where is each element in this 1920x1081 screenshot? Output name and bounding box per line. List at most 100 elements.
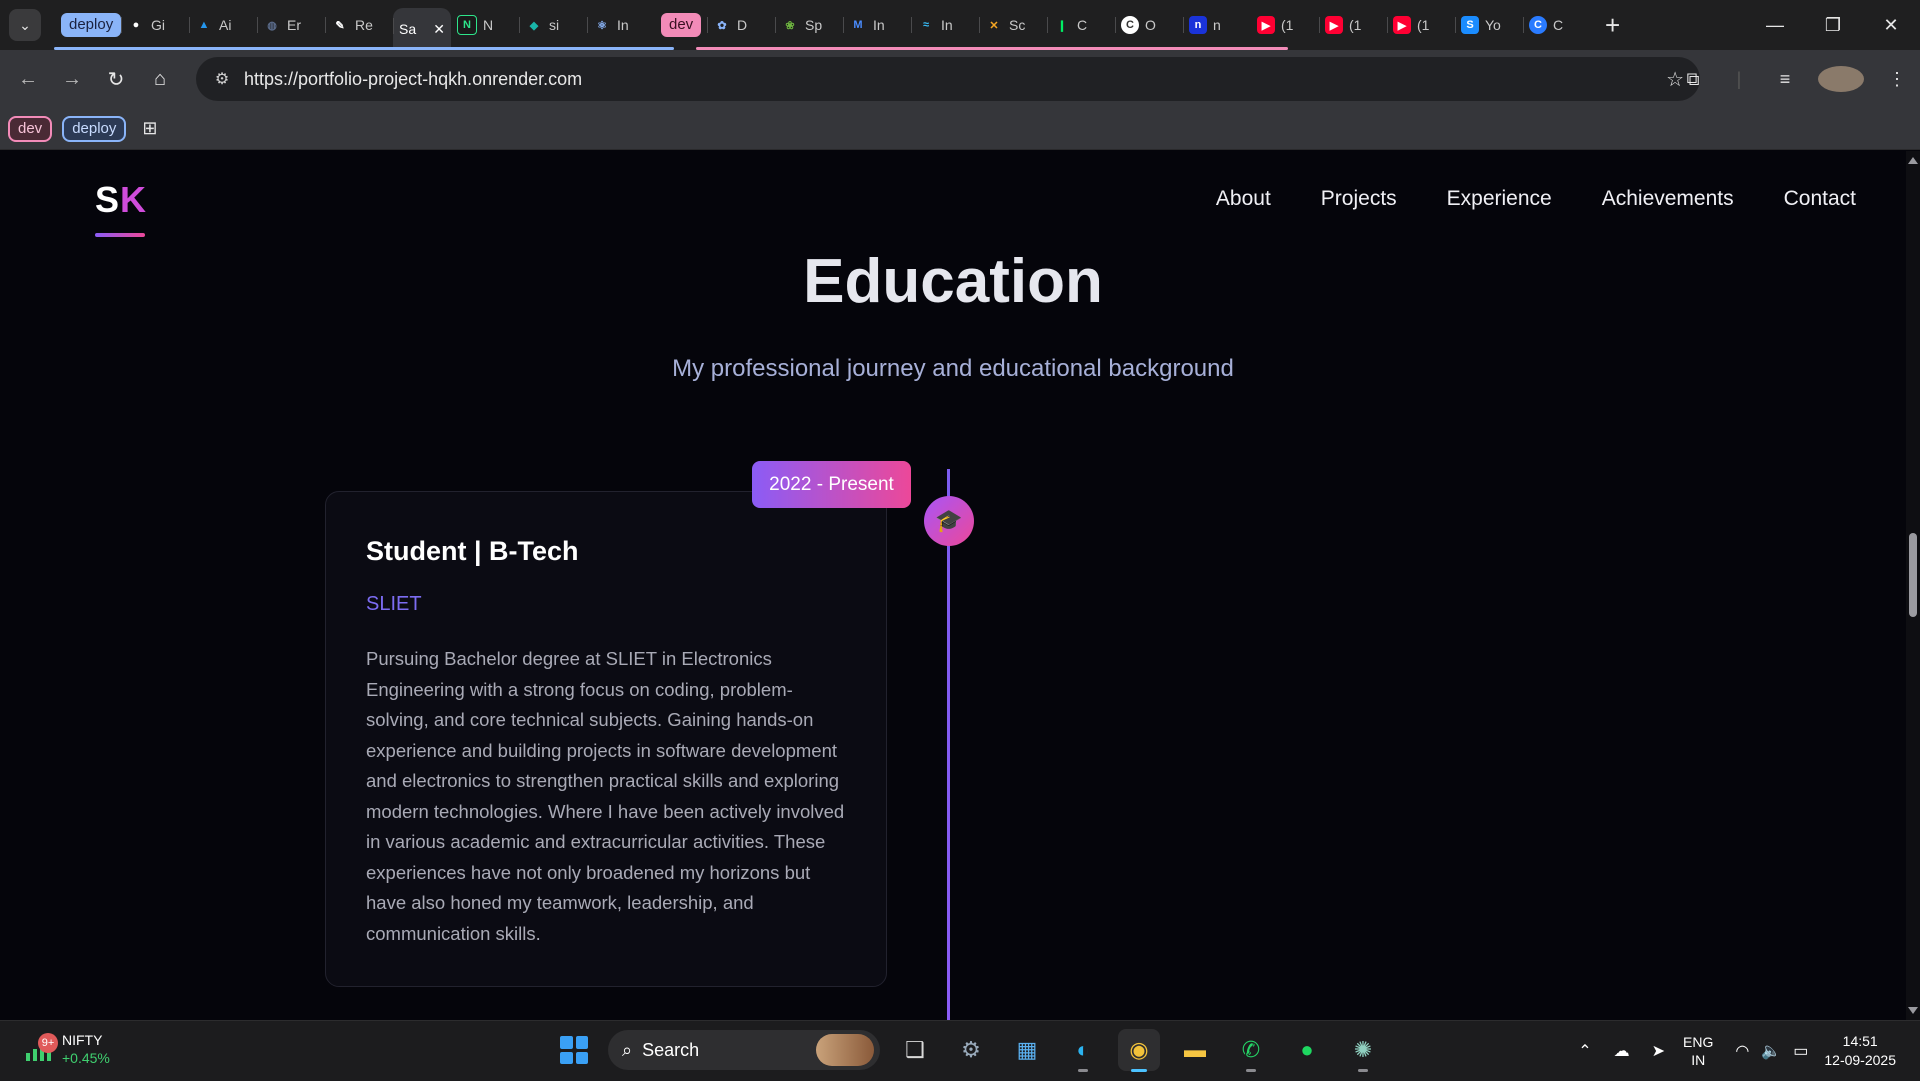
site-logo[interactable]: SK bbox=[95, 179, 147, 237]
tab-youtube-3[interactable]: ▶ (1 bbox=[1387, 7, 1455, 43]
taskbar-search[interactable]: ⌕ Search bbox=[608, 1030, 880, 1070]
tab-label: In bbox=[941, 17, 953, 33]
extensions-icon[interactable]: ⧉ bbox=[1670, 69, 1716, 90]
chatgpt-icon[interactable]: ✺ bbox=[1342, 1029, 1384, 1072]
tab-label: Yo bbox=[1485, 17, 1501, 33]
scroll-down-arrow[interactable] bbox=[1908, 1007, 1918, 1014]
tab-notion[interactable]: N N bbox=[451, 7, 519, 43]
render-icon: ✎ bbox=[335, 19, 345, 32]
whatsapp-icon[interactable]: ✆ bbox=[1230, 1029, 1272, 1072]
tab-dev-3[interactable]: M In bbox=[843, 7, 911, 43]
bookmark-folder-deploy[interactable]: deploy bbox=[62, 115, 127, 142]
location-icon[interactable]: ➤ bbox=[1652, 1041, 1665, 1061]
chevron-up-icon[interactable]: ⌃ bbox=[1578, 1041, 1591, 1061]
tab-dev-4[interactable]: ≈ In bbox=[911, 7, 979, 43]
n-icon: n bbox=[1189, 16, 1207, 34]
back-icon[interactable]: ← bbox=[6, 68, 50, 91]
clock-date: 12-09-2025 bbox=[1824, 1052, 1896, 1068]
task-view-icon[interactable]: ❑ bbox=[894, 1029, 936, 1071]
bookmark-folder-dev[interactable]: dev bbox=[8, 115, 53, 142]
tab-dev-7[interactable]: C O bbox=[1115, 7, 1183, 43]
lang-line2: IN bbox=[1691, 1052, 1706, 1068]
tab-dev-6[interactable]: ❙ C bbox=[1047, 7, 1115, 43]
tab-label: In bbox=[873, 17, 885, 33]
tab-dev-8[interactable]: n n bbox=[1183, 7, 1251, 43]
tab-label: C bbox=[1077, 17, 1088, 33]
tab-search-button[interactable]: ⌄ bbox=[9, 9, 41, 41]
volume-icon[interactable]: 🔈 bbox=[1761, 1041, 1781, 1061]
wifi-icon[interactable]: ◠ bbox=[1735, 1041, 1749, 1061]
c-icon: C bbox=[1529, 16, 1547, 34]
tab-docker[interactable]: ▲ Ai bbox=[189, 7, 257, 43]
tab-list: deploy ● Gi ▲ Ai ◍ Er ✎ Re Sa ✕ N N ◆ si bbox=[55, 0, 1620, 50]
spotify-icon[interactable]: ● bbox=[1286, 1029, 1328, 1071]
tab-label: D bbox=[737, 17, 748, 33]
nav-contact[interactable]: Contact bbox=[1784, 187, 1856, 211]
language-indicator[interactable]: ENG IN bbox=[1683, 1033, 1713, 1069]
forward-icon[interactable]: → bbox=[50, 68, 94, 91]
page-viewport: SK About Projects Experience Achievement… bbox=[0, 151, 1906, 1020]
site-nav: About Projects Experience Achievements C… bbox=[1216, 187, 1856, 211]
store-icon[interactable]: ▦ bbox=[1006, 1029, 1048, 1071]
tab-strip: ⌄ deploy ● Gi ▲ Ai ◍ Er ✎ Re Sa ✕ N N ◆ … bbox=[0, 0, 1920, 50]
profile-avatar[interactable] bbox=[1818, 66, 1864, 92]
apps-grid-icon[interactable]: ⊞ bbox=[142, 118, 157, 139]
tab-globe[interactable]: ◍ Er bbox=[257, 7, 325, 43]
tab-youtube-1[interactable]: ▶ (1 bbox=[1251, 7, 1319, 43]
menu-icon[interactable]: ⋮ bbox=[1874, 69, 1920, 90]
address-bar[interactable]: ⚙ https://portfolio-project-hqkh.onrende… bbox=[196, 57, 1700, 101]
battery-icon[interactable]: ▭ bbox=[1793, 1041, 1808, 1061]
section-subtitle: My professional journey and educational … bbox=[672, 355, 1234, 382]
close-icon[interactable]: ✕ bbox=[433, 21, 445, 38]
bookmarks-bar: dev deploy ⊞ bbox=[0, 108, 1920, 150]
settings-icon[interactable]: ⚙ bbox=[950, 1029, 992, 1071]
tab-react[interactable]: ⚛ In bbox=[587, 7, 655, 43]
windows-start-icon[interactable] bbox=[554, 1030, 594, 1070]
stock-widget[interactable]: 9+ NIFTY +0.45% bbox=[24, 1031, 110, 1067]
close-window-icon[interactable]: ✕ bbox=[1862, 15, 1920, 36]
tab-s[interactable]: S Yo bbox=[1455, 7, 1523, 43]
sc-icon: ✕ bbox=[989, 19, 999, 32]
mui-icon: M bbox=[853, 19, 863, 31]
onedrive-icon[interactable]: ☁ bbox=[1614, 1041, 1630, 1061]
tab-label: Er bbox=[287, 17, 301, 33]
edge-icon[interactable]: ◐ bbox=[1062, 1029, 1104, 1072]
tab-youtube-2[interactable]: ▶ (1 bbox=[1319, 7, 1387, 43]
new-tab-button[interactable]: + bbox=[1605, 10, 1620, 41]
tab-diamond[interactable]: ◆ si bbox=[519, 7, 587, 43]
clock[interactable]: 14:51 12-09-2025 bbox=[1824, 1032, 1896, 1070]
tab-label: (1 bbox=[1417, 17, 1430, 33]
tab-group-dev[interactable]: dev bbox=[655, 7, 707, 43]
tab-dev-5[interactable]: ✕ Sc bbox=[979, 7, 1047, 43]
home-icon[interactable]: ⌂ bbox=[138, 68, 182, 91]
graduation-cap-icon: 🎓 bbox=[924, 496, 974, 546]
tab-group-label: deploy bbox=[61, 13, 121, 37]
tab-active-portfolio[interactable]: Sa ✕ bbox=[393, 8, 451, 50]
url-text[interactable]: https://portfolio-project-hqkh.onrender.… bbox=[244, 69, 582, 90]
site-info-icon[interactable]: ⚙ bbox=[200, 69, 244, 89]
tab-dev-2[interactable]: ❀ Sp bbox=[775, 7, 843, 43]
tab-group-deploy[interactable]: deploy bbox=[55, 7, 121, 43]
page-scrollbar[interactable] bbox=[1906, 151, 1920, 1020]
scrollbar-thumb[interactable] bbox=[1909, 533, 1917, 617]
chrome-icon[interactable]: ◉ bbox=[1118, 1029, 1160, 1072]
widget-badge: 9+ bbox=[38, 1033, 58, 1053]
tab-github[interactable]: ● Gi bbox=[121, 7, 189, 43]
tab-label: N bbox=[483, 17, 494, 33]
minimize-icon[interactable]: — bbox=[1746, 15, 1804, 36]
reload-icon[interactable]: ↻ bbox=[94, 67, 138, 92]
tab-render[interactable]: ✎ Re bbox=[325, 7, 393, 43]
timeline-line bbox=[947, 469, 950, 1020]
tab-c[interactable]: C C bbox=[1523, 7, 1591, 43]
tab-dev-1[interactable]: ✿ D bbox=[707, 7, 775, 43]
nav-projects[interactable]: Projects bbox=[1321, 187, 1397, 211]
nav-experience[interactable]: Experience bbox=[1447, 187, 1552, 211]
restore-icon[interactable]: ❐ bbox=[1804, 15, 1862, 36]
clock-time: 14:51 bbox=[1842, 1033, 1878, 1049]
nav-about[interactable]: About bbox=[1216, 187, 1271, 211]
nav-achievements[interactable]: Achievements bbox=[1602, 187, 1734, 211]
tab-label: Sp bbox=[805, 17, 823, 33]
media-control-icon[interactable]: ≡ bbox=[1762, 69, 1808, 90]
file-explorer-icon[interactable]: ▬ bbox=[1174, 1029, 1216, 1071]
scroll-up-arrow[interactable] bbox=[1908, 157, 1918, 164]
